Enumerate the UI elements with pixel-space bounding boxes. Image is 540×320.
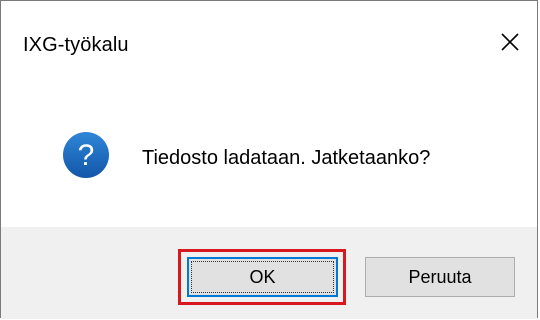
dialog-title: IXG-työkalu (23, 34, 129, 56)
confirmation-dialog: IXG-työkalu ? Tiedosto ladataan. Jatketa… (0, 0, 538, 319)
ok-button[interactable]: OK (187, 257, 338, 297)
cancel-button-label: Peruuta (408, 266, 472, 287)
dialog-message: Tiedosto ladataan. Jatketaanko? (142, 147, 431, 169)
dialog-footer: OK Peruuta (1, 227, 537, 319)
close-icon (501, 33, 519, 51)
dialog-titlebar: IXG-työkalu (1, 1, 537, 87)
close-button[interactable] (483, 1, 537, 79)
dialog-content: ? Tiedosto ladataan. Jatketaanko? (1, 87, 537, 227)
question-icon: ? (63, 132, 109, 178)
cancel-button[interactable]: Peruuta (365, 257, 515, 297)
svg-text:?: ? (78, 139, 95, 172)
ok-button-label: OK (249, 266, 276, 287)
